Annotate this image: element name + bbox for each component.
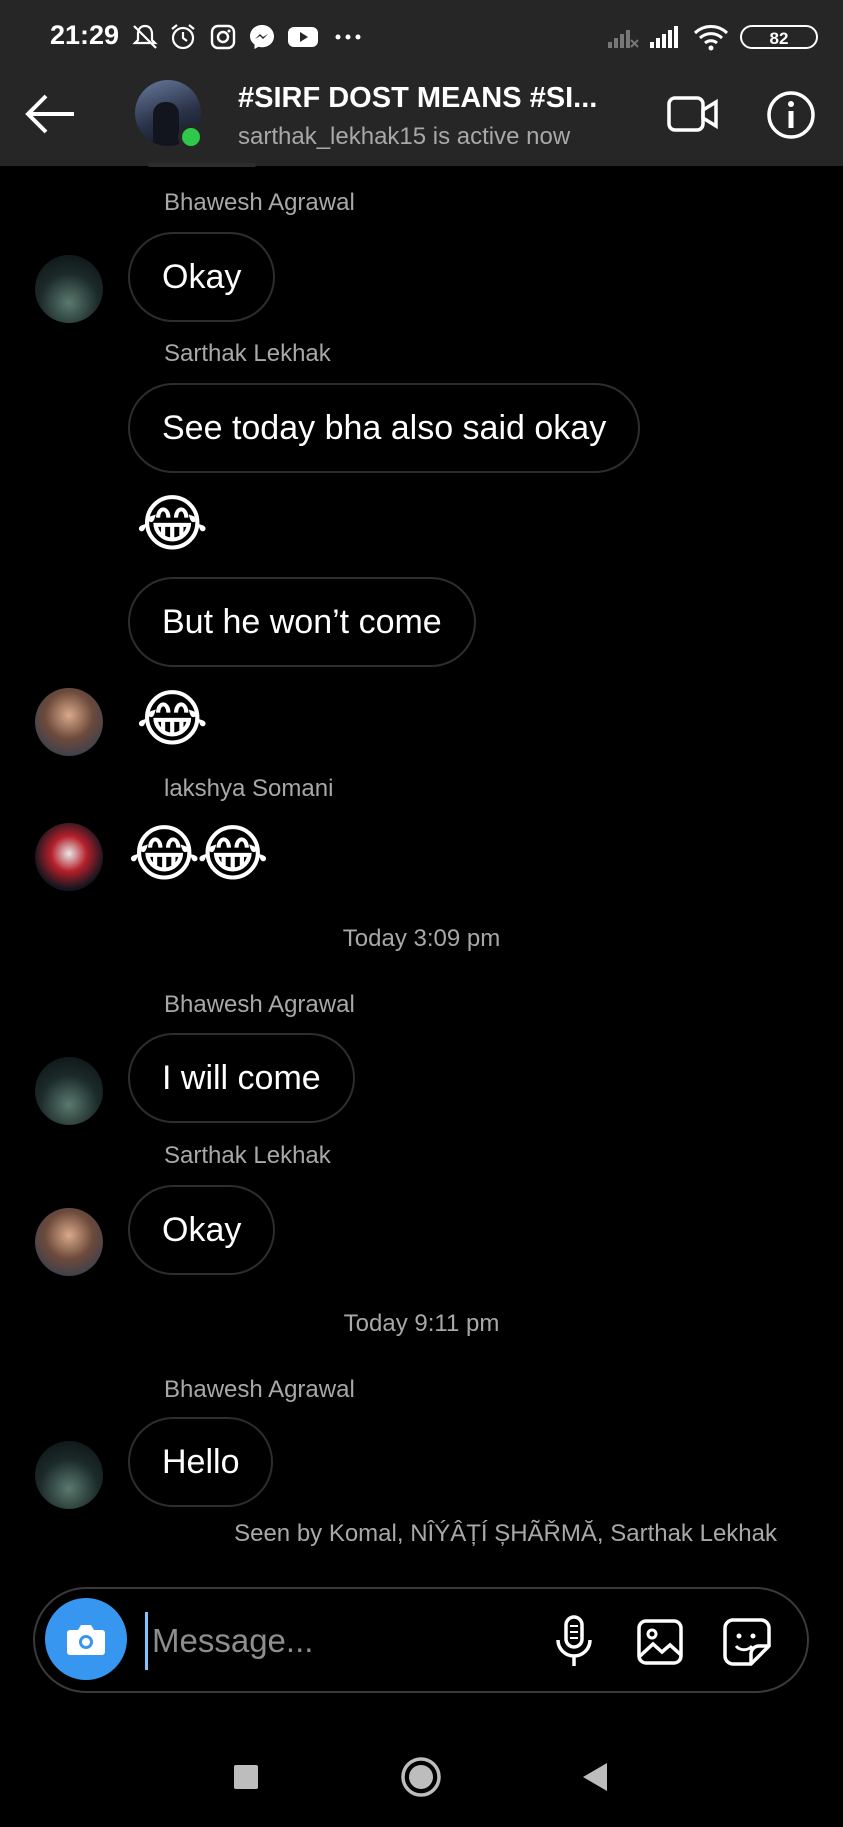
sender-name: Bhawesh Agrawal — [164, 991, 355, 1018]
gallery-icon[interactable] — [636, 1618, 684, 1666]
battery-indicator: 82 — [740, 25, 818, 49]
home-circle-icon[interactable] — [391, 1752, 451, 1802]
active-status: sarthak_lekhak15 is active now — [238, 123, 571, 150]
avatar[interactable] — [35, 1057, 103, 1125]
online-indicator — [178, 124, 204, 150]
message-bubble[interactable]: Okay — [128, 232, 276, 322]
message-input[interactable] — [145, 1612, 534, 1670]
sender-name: Bhawesh Agrawal — [164, 189, 355, 216]
video-call-icon[interactable] — [666, 92, 720, 136]
mute-bell-icon — [132, 24, 158, 49]
timestamp: Today 3:09 pm — [342, 925, 501, 952]
avatar[interactable] — [35, 255, 103, 323]
camera-button[interactable] — [45, 1598, 127, 1680]
timestamp: Today 9:11 pm — [343, 1310, 500, 1337]
microphone-icon[interactable] — [553, 1614, 595, 1670]
avatar[interactable] — [35, 688, 103, 756]
camera-icon — [67, 1625, 105, 1655]
back-arrow-icon[interactable] — [22, 90, 78, 138]
youtube-icon — [288, 27, 318, 47]
message-bubble[interactable]: See today bha also said okay — [128, 383, 641, 473]
seen-by-receipt: Seen by Komal, NÎÝÂȚÍ ȘHÃŘMĂ, Sarthak Le… — [234, 1520, 777, 1547]
emoji-message[interactable]: 😂 — [136, 490, 208, 560]
message-bubble[interactable]: But he won’t come — [128, 577, 476, 667]
instagram-icon — [210, 24, 236, 50]
alarm-icon — [171, 24, 195, 50]
messenger-icon — [250, 25, 274, 49]
sender-name: Bhawesh Agrawal — [164, 1376, 355, 1403]
avatar[interactable] — [35, 1441, 103, 1509]
signal-icon — [650, 26, 678, 48]
status-time: 21:29 — [50, 20, 120, 50]
signal-off-icon — [608, 30, 639, 48]
recents-square-icon[interactable] — [216, 1752, 276, 1802]
message-bubble[interactable]: Hello — [128, 1417, 274, 1507]
sticker-icon[interactable] — [721, 1616, 773, 1668]
sender-name: Sarthak Lekhak — [164, 1142, 331, 1169]
sender-name: Sarthak Lekhak — [164, 340, 331, 367]
message-bubble[interactable]: I will come — [128, 1033, 355, 1123]
back-triangle-icon[interactable] — [565, 1752, 625, 1802]
info-icon[interactable] — [765, 89, 817, 141]
avatar[interactable] — [35, 1208, 103, 1276]
avatar[interactable] — [35, 823, 103, 891]
previous-bubble-edge — [148, 163, 256, 167]
emoji-message[interactable]: 😂😂 — [128, 820, 269, 890]
sender-name: lakshya Somani — [164, 775, 334, 802]
more-dots-icon — [335, 34, 361, 40]
message-bubble[interactable]: Okay — [128, 1185, 276, 1275]
wifi-icon — [693, 25, 729, 51]
group-title[interactable]: #SIRF DOST MEANS #SI... — [238, 82, 597, 115]
emoji-message[interactable]: 😂 — [136, 685, 208, 755]
